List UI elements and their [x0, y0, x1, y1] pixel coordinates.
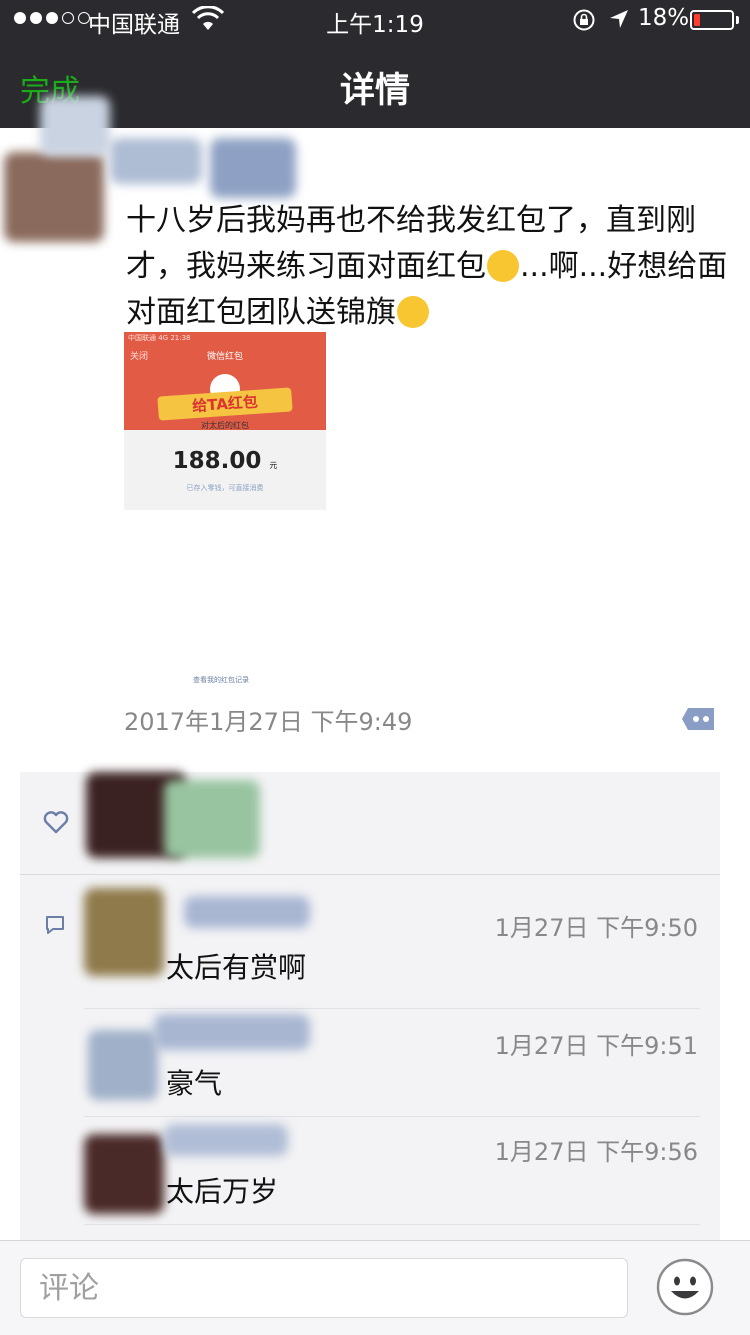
image-amount: 188.00 元 [124, 448, 326, 474]
rotation-lock-icon [573, 9, 595, 31]
commenter-name[interactable] [164, 1124, 288, 1156]
list-item[interactable]: 1月27日 下午9:56 太后万岁 [84, 1116, 700, 1224]
comment-more-icon[interactable] [680, 704, 716, 734]
image-title: 微信红包 [206, 352, 243, 362]
image-amount-value: 188.00 [172, 448, 262, 474]
divider [84, 1224, 700, 1225]
page-title: 详情 [339, 71, 410, 111]
commenter-name[interactable] [154, 1014, 310, 1050]
battery-tip [736, 16, 739, 24]
commenter-avatar[interactable] [88, 1030, 158, 1100]
author-avatar[interactable] [4, 152, 104, 242]
author-name[interactable] [110, 138, 202, 184]
image-status-bar: 中国联通 4G 21:38 [128, 334, 191, 342]
comment-text: 豪气 [166, 1067, 223, 1100]
comment-text: 太后有赏啊 [166, 951, 307, 984]
comment-icon [46, 916, 64, 934]
comment-text: 太后万岁 [166, 1175, 279, 1208]
battery-level [694, 14, 700, 26]
list-item[interactable]: 1月27日 下午9:50 太后有赏啊 [84, 880, 700, 1006]
scribble-mark [40, 96, 110, 156]
commenter-avatar[interactable] [84, 1134, 164, 1214]
image-link-text: 查看我的红包记录 [193, 676, 249, 684]
comment-input[interactable] [20, 1258, 628, 1318]
crying-laughing-emoji-icon [397, 296, 429, 328]
post-time: 2017年1月27日 下午9:49 [124, 708, 413, 736]
comment-time: 1月27日 下午9:50 [494, 914, 698, 942]
commenter-name[interactable] [184, 896, 310, 928]
comment-time: 1月27日 下午9:56 [494, 1138, 698, 1166]
location-arrow-icon [610, 10, 628, 28]
post-image[interactable]: 中国联通 4G 21:38 关闭 微信红包 给TA红包 对太后的红包 188.0… [124, 332, 326, 510]
heart-icon [43, 811, 69, 834]
flushed-emoji-icon [487, 250, 519, 282]
author-name-scribble [210, 138, 296, 198]
battery-percent: 18% [638, 5, 690, 31]
image-subtitle: 对太后的红包 [201, 421, 249, 430]
divider [20, 874, 720, 875]
post-text: 十八岁后我妈再也不给我发红包了，直到刚才，我妈来练习面对面红包 ...啊...好想… [126, 198, 734, 336]
image-amount-unit: 元 [269, 461, 278, 470]
emoji-button-icon[interactable] [656, 1258, 714, 1316]
like-avatar[interactable] [164, 780, 260, 858]
status-bar: 中国联通 上午1:19 18% [0, 0, 750, 40]
battery-icon [690, 10, 734, 30]
commenter-avatar[interactable] [84, 888, 164, 976]
image-note: 已存入零钱，可直接消费 [186, 484, 264, 492]
comment-time: 1月27日 下午9:51 [494, 1032, 698, 1060]
list-item[interactable]: 1月27日 下午9:51 豪气 [84, 1008, 700, 1116]
